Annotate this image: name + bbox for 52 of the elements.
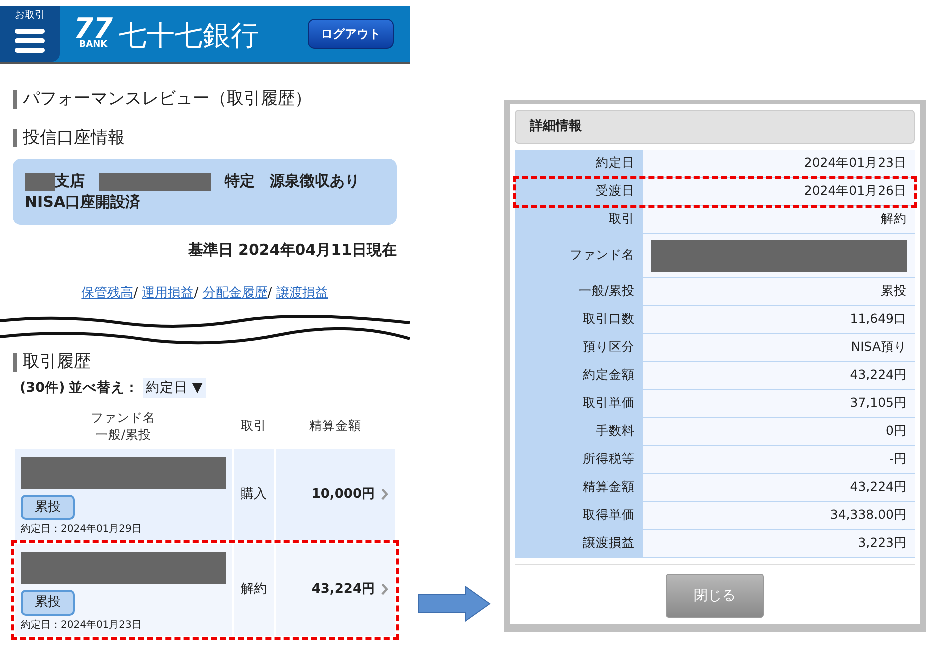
field-value: 11,649口 [643, 306, 915, 334]
field-value: 0円 [643, 418, 915, 446]
nav-link[interactable]: 保管残高 [82, 286, 134, 301]
sort-label: 並べ替え： [69, 379, 140, 398]
section-title: 投信口座情報 [13, 128, 410, 148]
field-value: 解約 [643, 206, 915, 234]
column-header: 精算金額 [309, 418, 362, 434]
chevron-right-icon [381, 488, 389, 501]
account-type: 特定 源泉徴収あり [225, 171, 360, 192]
link-separator: / [134, 286, 138, 301]
sort-dropdown[interactable]: 約定日 ▼ [143, 378, 206, 398]
table-cell: 購入 [234, 448, 274, 540]
amount-cell[interactable]: 43,224円 [276, 544, 395, 636]
result-count: (30件) [20, 379, 66, 398]
nisa-status: NISA口座開設済 [25, 192, 142, 214]
trade-date: 約定日：2024年01月23日 [21, 618, 143, 633]
section-title: 取引履歴 [13, 353, 410, 372]
amount-cell[interactable]: 10,000円 [276, 448, 395, 540]
link-separator: / [268, 286, 272, 301]
field-value: 43,224円 [643, 474, 915, 502]
amount-text: 10,000円 [312, 486, 375, 502]
field-value: -円 [643, 446, 915, 474]
base-date: 基準日 2024年04月11日現在 [187, 240, 397, 262]
field-value: 2024年01月26日 [643, 178, 915, 206]
category-tag: 累投 [21, 494, 75, 520]
chevron-right-icon [381, 583, 389, 596]
table-cell: 解約 [234, 544, 274, 636]
column-header: ファンド名 一般/累投 [91, 410, 156, 442]
category-tag: 累投 [21, 590, 75, 616]
page-title: パフォーマンスレビュー（取引履歴） [13, 90, 410, 109]
field-value: 43,224円 [643, 362, 915, 390]
nav-link[interactable]: 運用損益 [142, 286, 194, 301]
field-value: 37,105円 [643, 390, 915, 418]
menu-button[interactable]: お取引 [0, 6, 60, 62]
link-separator: / [194, 286, 199, 301]
redaction-block [25, 172, 55, 191]
field-value: 累投 [643, 278, 915, 306]
bank-name: 七十七銀行 [118, 22, 259, 50]
amount-text: 43,224円 [312, 582, 375, 598]
logout-button[interactable]: ログアウト [308, 19, 394, 49]
field-value: NISA預り [643, 334, 915, 362]
modal-title: 詳細情報 [515, 110, 915, 144]
branch-label: 支店 [55, 171, 85, 192]
menu-icon [14, 27, 46, 55]
field-value: 34,338.00円 [643, 502, 915, 530]
arrow-icon [418, 586, 492, 622]
column-header: 取引 [240, 418, 267, 434]
nav-link[interactable]: 分配金履歴 [202, 286, 268, 301]
field-value: 2024年01月23日 [643, 150, 915, 178]
field-value: 3,223円 [643, 530, 915, 558]
trade-date: 約定日：2024年01月29日 [21, 522, 143, 538]
nav-link[interactable]: 譲渡損益 [276, 286, 328, 301]
